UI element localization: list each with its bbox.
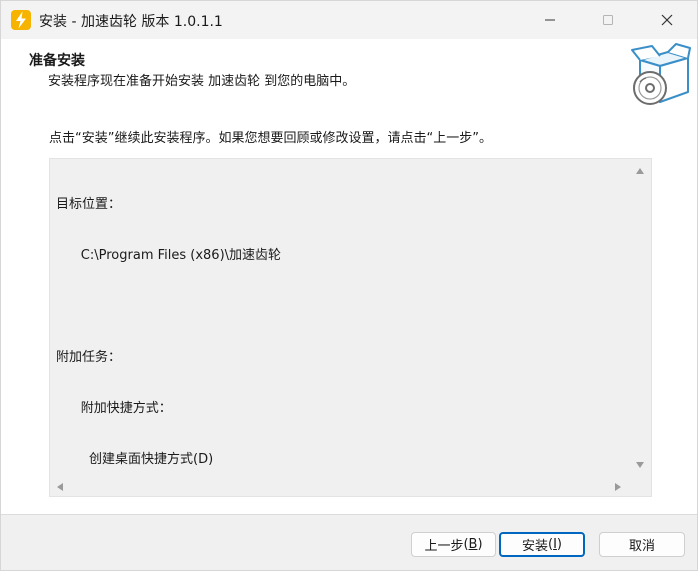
- installer-window: 安装 - 加速齿轮 版本 1.0.1.1 准备安装 安装程序现在准备开始安装 加…: [0, 0, 698, 571]
- triangle-down-icon: [636, 462, 644, 468]
- minimize-button[interactable]: [527, 1, 573, 39]
- close-button[interactable]: [644, 1, 690, 39]
- horizontal-scrollbar[interactable]: [50, 478, 630, 496]
- scroll-down-arrow[interactable]: [634, 459, 646, 471]
- install-box-disc-icon: [631, 43, 691, 105]
- wizard-header: 准备安装 安装程序现在准备开始安装 加速齿轮 到您的电脑中。: [1, 39, 697, 118]
- memo-line-shortcut-group: 附加快捷方式：: [56, 401, 172, 416]
- back-button-label: 上一步: [424, 539, 464, 554]
- triangle-up-icon: [636, 168, 644, 174]
- install-button-label: 安装: [521, 539, 548, 554]
- memo-line-blank: [56, 298, 281, 315]
- memo-line-tasks-heading: 附加任务：: [56, 350, 122, 365]
- scroll-up-arrow[interactable]: [634, 165, 646, 177]
- memo-line-destination-path: C:\Program Files (x86)\加速齿轮: [56, 248, 282, 263]
- instruction-text: 点击“安装”继续此安装程序。如果您想要回顾或修改设置，请点击“上一步”。: [49, 131, 492, 146]
- maximize-icon: [603, 15, 613, 25]
- triangle-left-icon: [57, 483, 63, 491]
- close-icon: [661, 14, 673, 26]
- wizard-footer: 上一步(B) 安装(I) 取消: [1, 514, 697, 570]
- maximize-button[interactable]: [585, 1, 631, 39]
- page-title: 准备安装: [29, 53, 85, 69]
- install-button[interactable]: 安装(I): [499, 532, 585, 557]
- minimize-icon: [545, 19, 555, 21]
- title-bar[interactable]: 安装 - 加速齿轮 版本 1.0.1.1: [1, 1, 697, 39]
- memo-line-desktop-shortcut: 创建桌面快捷方式(D): [56, 452, 214, 467]
- scroll-right-arrow[interactable]: [612, 481, 624, 493]
- page-subtitle: 安装程序现在准备开始安装 加速齿轮 到您的电脑中。: [48, 74, 356, 89]
- vertical-scrollbar[interactable]: [629, 159, 651, 479]
- memo-content: 目标位置： C:\Program Files (x86)\加速齿轮 附加任务： …: [56, 162, 281, 502]
- window-title: 安装 - 加速齿轮 版本 1.0.1.1: [39, 14, 223, 30]
- back-accel-key: B: [468, 537, 478, 552]
- lightning-bolt-icon: [11, 10, 31, 30]
- memo-line-destination-heading: 目标位置：: [56, 197, 122, 212]
- scroll-left-arrow[interactable]: [54, 481, 66, 493]
- install-accel-key: I: [553, 537, 557, 552]
- cancel-button[interactable]: 取消: [599, 532, 685, 557]
- back-button[interactable]: 上一步(B): [411, 532, 496, 557]
- ready-memo-box[interactable]: 目标位置： C:\Program Files (x86)\加速齿轮 附加任务： …: [49, 158, 652, 497]
- triangle-right-icon: [615, 483, 621, 491]
- cancel-button-label: 取消: [628, 539, 655, 554]
